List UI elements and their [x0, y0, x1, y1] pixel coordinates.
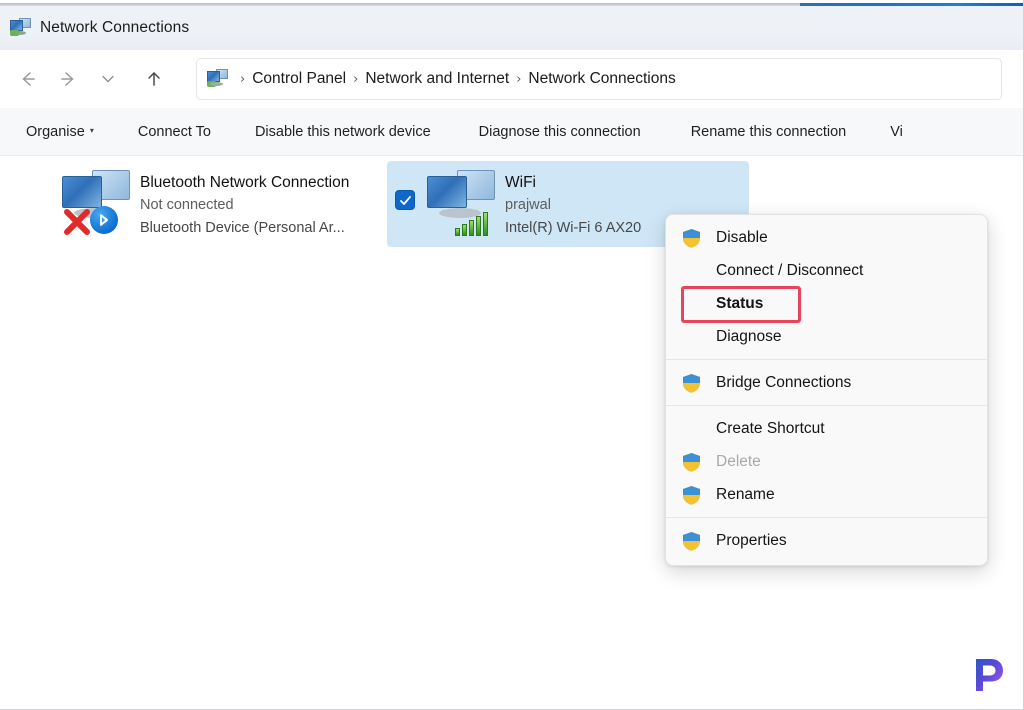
shield-icon	[680, 451, 702, 473]
breadcrumb-item-control-panel[interactable]: Control Panel	[252, 70, 346, 88]
menu-separator	[666, 517, 987, 518]
menu-item-label: Create Shortcut	[716, 419, 825, 437]
command-toolbar: Organise ▾ Connect To Disable this networ…	[0, 108, 1024, 156]
connection-status: prajwal	[505, 197, 551, 213]
menu-item-label: Rename	[716, 485, 775, 503]
list-item-text: Bluetooth Network Connection Not connect…	[140, 168, 349, 240]
shield-icon	[680, 227, 702, 249]
connection-name: Bluetooth Network Connection	[140, 174, 350, 191]
list-item[interactable]: Bluetooth Network Connection Not connect…	[52, 161, 372, 247]
menu-item-status[interactable]: Status	[666, 287, 987, 320]
breadcrumb-separator-0: ›	[240, 71, 246, 87]
menu-item-label: Diagnose	[716, 327, 782, 345]
menu-item-create-shortcut[interactable]: Create Shortcut	[666, 412, 987, 445]
shield-icon	[680, 530, 702, 552]
title-bar: Network Connections	[0, 6, 1024, 50]
back-button[interactable]	[8, 60, 48, 98]
menu-separator	[666, 405, 987, 406]
nav-button-group	[0, 50, 174, 108]
connection-status: Not connected	[140, 197, 234, 213]
network-adapter-icon	[425, 168, 499, 236]
menu-separator	[666, 359, 987, 360]
toolbar-organise[interactable]: Organise ▾	[18, 118, 102, 146]
up-button[interactable]	[134, 60, 174, 98]
recent-locations-button[interactable]	[88, 60, 128, 98]
wifi-signal-icon	[455, 210, 489, 236]
arrow-left-icon	[22, 72, 35, 86]
watermark-logo	[976, 659, 1003, 691]
toolbar-view-overflow[interactable]: Vi	[882, 118, 911, 146]
check-icon	[399, 195, 411, 205]
menu-item-diagnose[interactable]: Diagnose	[666, 320, 987, 353]
network-connections-icon	[10, 18, 32, 38]
menu-item-disable[interactable]: Disable	[666, 221, 987, 254]
network-connections-window: Network Connections › Control Panel › Ne…	[0, 0, 1024, 710]
connection-device: Intel(R) Wi-Fi 6 AX20	[505, 220, 642, 236]
connection-device: Bluetooth Device (Personal Ar...	[140, 220, 345, 236]
breadcrumb-item-network-and-internet[interactable]: Network and Internet	[365, 70, 509, 88]
toolbar-organise-label: Organise	[26, 123, 85, 140]
list-item-checkbox[interactable]	[395, 190, 415, 210]
arrow-up-icon	[148, 72, 160, 86]
context-menu: Disable Connect / Disconnect Status Diag…	[665, 214, 988, 566]
menu-item-rename[interactable]: Rename	[666, 478, 987, 511]
navigation-bar: › Control Panel › Network and Internet ›…	[0, 50, 1024, 108]
control-panel-icon	[207, 69, 229, 89]
toolbar-disable-device[interactable]: Disable this network device	[247, 118, 439, 146]
menu-item-label: Status	[716, 294, 764, 312]
address-bar[interactable]: › Control Panel › Network and Internet ›…	[196, 58, 1002, 100]
list-item-text: WiFi prajwal Intel(R) Wi-Fi 6 AX20	[505, 168, 641, 240]
breadcrumb-separator-2: ›	[516, 71, 522, 87]
toolbar-rename-connection[interactable]: Rename this connection	[683, 118, 855, 146]
menu-item-delete: Delete	[666, 445, 987, 478]
menu-item-label: Connect / Disconnect	[716, 261, 864, 279]
breadcrumb-separator-1: ›	[353, 71, 359, 87]
bluetooth-icon	[90, 206, 118, 234]
chevron-down-icon: ▾	[89, 125, 94, 135]
arrow-right-icon	[61, 72, 74, 86]
menu-item-properties[interactable]: Properties	[666, 524, 987, 557]
toolbar-connect-to[interactable]: Connect To	[130, 118, 219, 146]
chevron-down-icon	[102, 75, 114, 83]
network-adapter-icon	[60, 168, 134, 235]
menu-item-label: Properties	[716, 531, 787, 549]
menu-item-label: Delete	[716, 452, 761, 470]
menu-item-label: Bridge Connections	[716, 373, 852, 391]
menu-item-label: Disable	[716, 228, 768, 246]
window-title: Network Connections	[40, 19, 190, 36]
menu-item-bridge-connections[interactable]: Bridge Connections	[666, 366, 987, 399]
connection-name: WiFi	[505, 174, 536, 191]
menu-item-connect-disconnect[interactable]: Connect / Disconnect	[666, 254, 987, 287]
red-x-icon	[64, 209, 90, 235]
forward-button[interactable]	[48, 60, 88, 98]
shield-icon	[680, 372, 702, 394]
toolbar-diagnose-connection[interactable]: Diagnose this connection	[471, 118, 649, 146]
shield-icon	[680, 484, 702, 506]
breadcrumb-item-network-connections[interactable]: Network Connections	[528, 70, 675, 88]
